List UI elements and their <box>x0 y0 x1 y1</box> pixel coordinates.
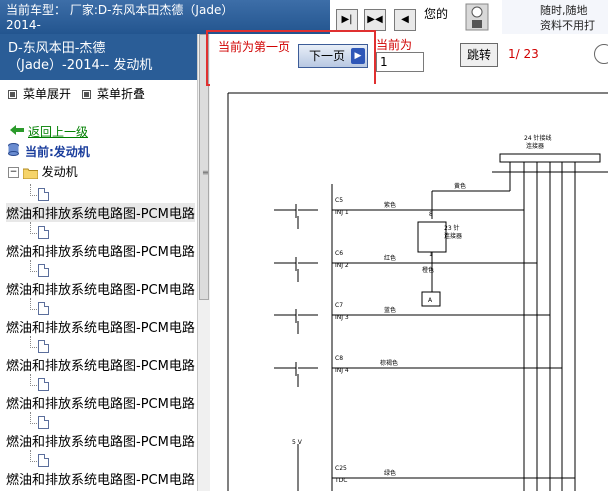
connector23-label-2: 连接器 <box>444 232 462 240</box>
document-icon <box>38 226 49 239</box>
folder-icon <box>22 168 39 179</box>
tree-folder-engine[interactable]: − 发动机 <box>8 163 78 180</box>
document-icon <box>38 416 49 429</box>
menu-expand-button[interactable]: 菜单展开 <box>8 85 71 102</box>
document-icon <box>38 378 49 391</box>
wire-purple-label: 紫色 <box>384 201 396 209</box>
connector-label-2: 连接器 <box>526 142 544 150</box>
sidebar-scrollbar[interactable]: ≡ <box>197 34 211 491</box>
wiring-diagram: 24 针接线 连接器 黄色 紫色 红色 蓝色 棕褐色 绿色 橙色 23 针 连接… <box>210 84 608 491</box>
main-panel: 当前为第一页 下一页 ▶ 当前为 跳转 1/ 23 <box>206 30 608 491</box>
wire-brown-label: 棕褐色 <box>380 359 398 367</box>
pin-8-label: 8 <box>429 211 433 218</box>
wire-yellow-label: 黄色 <box>454 182 466 190</box>
tree-item[interactable]: 燃油和排放系统电路图-PCM电路 <box>0 222 197 260</box>
tree-item[interactable]: 燃油和排放系统电路图-PCM电路 <box>0 336 197 374</box>
top-bar: 当前车型： 厂家:D-东风本田杰德（Jade） 2014- ▶| ▶◀ ◀ 您的… <box>0 0 608 34</box>
tree-item-label: 燃油和排放系统电路图-PCM电路 <box>6 359 195 374</box>
document-icon <box>38 454 49 467</box>
tree-item[interactable]: 燃油和排放系统电路图-PCM电路 <box>0 412 197 450</box>
page-toolbar: 当前为第一页 下一页 ▶ 当前为 跳转 1/ 23 <box>206 30 608 86</box>
menu-expand-label: 菜单展开 <box>23 87 72 101</box>
tree-item-label: 燃油和排放系统电路图-PCM电路 <box>6 435 195 450</box>
inj1-label: INJ 1 <box>335 209 349 216</box>
car-type-title: 当前车型： 厂家:D-东风本田杰德（Jade） 2014- <box>0 0 330 34</box>
inj3-label: INJ 3 <box>335 314 349 321</box>
document-icon <box>38 340 49 353</box>
car-type-line1: 当前车型： 厂家:D-东风本田杰德（Jade） <box>6 3 234 17</box>
pin-c7-label: C7 <box>335 302 343 309</box>
wire-green-label: 绿色 <box>384 469 396 477</box>
menu-collapse-label: 菜单折叠 <box>97 87 146 101</box>
folder-label: 发动机 <box>41 165 78 179</box>
expand-icon <box>8 90 17 99</box>
tree-item[interactable]: 燃油和排放系统电路图-PCM电路 <box>0 450 197 488</box>
document-icon <box>38 188 49 201</box>
tree-item-label: 燃油和排放系统电路图-PCM电路 <box>6 283 195 298</box>
grip-icon: ≡ <box>202 168 209 177</box>
current-node-label: 当前:发动机 <box>25 145 90 159</box>
pin-c5-label: C5 <box>335 197 343 204</box>
sidebar-heading: D-东风本田-杰德 （Jade）-2014-- 发动机 <box>0 34 197 80</box>
document-icon <box>38 264 49 277</box>
back-arrow-icon <box>10 125 24 135</box>
tree-item-list: 燃油和排放系统电路图-PCM电路 燃油和排放系统电路图-PCM电路 燃油和排放系… <box>0 184 197 488</box>
inj4-label: INJ 4 <box>335 367 349 374</box>
back-link[interactable]: 返回上一级 <box>28 123 88 140</box>
pin-c25-label: C25 <box>335 465 347 472</box>
tree-item-label: 燃油和排放系统电路图-PCM电路 <box>6 321 195 336</box>
menu-collapse-button[interactable]: 菜单折叠 <box>82 85 145 102</box>
pin-c6-label: C6 <box>335 250 343 257</box>
tree-item-label: 燃油和排放系统电路图-PCM电路 <box>6 473 195 488</box>
database-icon <box>8 143 19 156</box>
tree-item[interactable]: 燃油和排放系统电路图-PCM电路 <box>0 184 197 222</box>
tdc-label: TDC <box>334 477 347 484</box>
current-page-label: 当前为 <box>376 38 413 52</box>
wire-blue-label: 蓝色 <box>384 306 396 314</box>
ground-a-label: A <box>428 297 433 304</box>
prev-nav-button[interactable]: ◀ <box>394 9 416 31</box>
tree-item-label: 燃油和排放系统电路图-PCM电路 <box>6 397 195 412</box>
ad-line1: 随时,随地 <box>540 4 588 17</box>
document-icon <box>38 302 49 315</box>
wiring-diagram-svg: 24 针接线 连接器 黄色 紫色 红色 蓝色 棕褐色 绿色 橙色 23 针 连接… <box>227 92 608 491</box>
sidebar-heading-line2: （Jade）-2014-- 发动机 <box>8 58 153 73</box>
inj2-label: INJ 2 <box>335 262 349 269</box>
wire-orange-label: 橙色 <box>422 266 434 274</box>
sidebar-heading-line1: D-东风本田-杰德 <box>8 41 106 56</box>
first-page-nav-button[interactable]: ▶| <box>336 9 358 31</box>
refresh-icon[interactable] <box>594 44 608 64</box>
tree-item[interactable]: 燃油和排放系统电路图-PCM电路 <box>0 260 197 298</box>
tree-item-label: 燃油和排放系统电路图-PCM电路 <box>6 203 195 222</box>
pin-c8-label: C8 <box>335 355 343 362</box>
tree-collapse-icon[interactable]: − <box>8 167 19 178</box>
tree-item[interactable]: 燃油和排放系统电路图-PCM电路 <box>0 298 197 336</box>
page-number-input[interactable] <box>376 52 424 72</box>
voltage-label: 5 V <box>292 439 303 446</box>
page-count: 1/ 23 <box>508 47 539 61</box>
collapse-icon <box>82 90 91 99</box>
pin-1-label: 1 <box>429 251 433 258</box>
double-arrow-nav-button[interactable]: ▶◀ <box>364 9 386 31</box>
wire-red-label: 红色 <box>384 254 396 262</box>
tree-item-label: 燃油和排放系统电路图-PCM电路 <box>6 245 195 260</box>
tree-item[interactable]: 燃油和排放系统电路图-PCM电路 <box>0 374 197 412</box>
mascot-icon <box>465 3 489 31</box>
jump-button[interactable]: 跳转 <box>460 43 498 67</box>
ad-line2: 资料不用打 <box>540 19 595 32</box>
sidebar: D-东风本田-杰德 （Jade）-2014-- 发动机 菜单展开 菜单折叠 返回… <box>0 34 210 491</box>
connector23-label-1: 23 针 <box>444 224 460 232</box>
highlight-box <box>206 30 376 86</box>
ad-text: 您的 <box>424 7 449 21</box>
connector-label-1: 24 针接线 <box>524 134 552 142</box>
